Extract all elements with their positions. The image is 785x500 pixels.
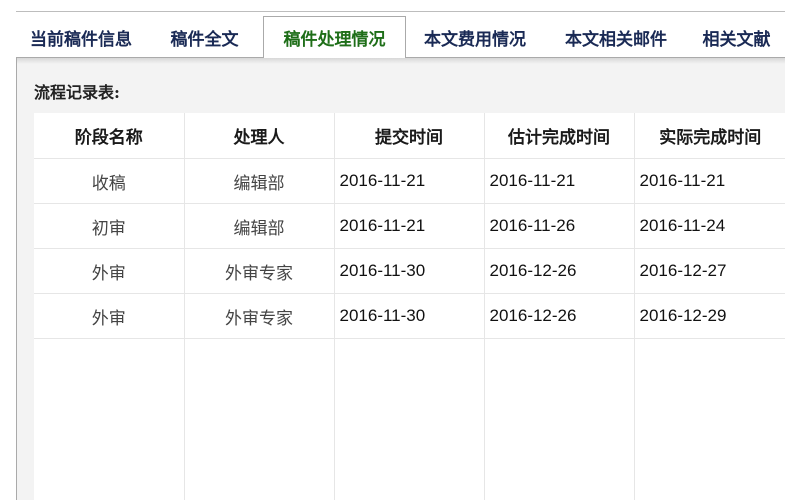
cell-stage: 外审 bbox=[34, 293, 185, 339]
cell-estimated-completion: 2016-11-26 bbox=[484, 203, 635, 249]
cell-estimated-completion: 2016-12-26 bbox=[484, 248, 635, 294]
cell-estimated-completion: 2016-12-26 bbox=[484, 293, 635, 339]
column-header-actual-completion: 实际完成时间 bbox=[634, 113, 785, 159]
table-header-row: 阶段名称 处理人 提交时间 估计完成时间 实际完成时间 bbox=[34, 113, 785, 159]
cell-submitted: 2016-11-21 bbox=[334, 203, 485, 249]
empty-cell bbox=[34, 338, 185, 500]
cell-handler: 编辑部 bbox=[184, 203, 335, 249]
panel-top-shadow bbox=[17, 58, 785, 64]
tab-related-emails[interactable]: 本文相关邮件 bbox=[544, 16, 688, 58]
cell-handler: 编辑部 bbox=[184, 158, 335, 204]
table-row: 外审 外审专家 2016-11-30 2016-12-26 2016-12-29 bbox=[34, 293, 785, 339]
cell-handler: 外审专家 bbox=[184, 248, 335, 294]
cell-stage: 外审 bbox=[34, 248, 185, 294]
cell-stage: 初审 bbox=[34, 203, 185, 249]
table-row: 收稿 编辑部 2016-11-21 2016-11-21 2016-11-21 bbox=[34, 158, 785, 204]
tab-content-panel: 流程记录表: 阶段名称 处理人 提交时间 估计完成时间 实际完成时间 收稿 编辑… bbox=[16, 57, 785, 500]
cell-actual-completion: 2016-11-21 bbox=[634, 158, 785, 204]
column-header-estimated-completion: 估计完成时间 bbox=[484, 113, 635, 159]
tab-related-literature[interactable]: 相关文献 bbox=[688, 16, 785, 58]
cell-submitted: 2016-11-21 bbox=[334, 158, 485, 204]
cell-stage: 收稿 bbox=[34, 158, 185, 204]
column-header-submitted: 提交时间 bbox=[334, 113, 485, 159]
empty-cell bbox=[634, 339, 785, 500]
tab-full-text[interactable]: 稿件全文 bbox=[146, 16, 263, 58]
tab-fee-status[interactable]: 本文费用情况 bbox=[406, 16, 544, 58]
top-divider bbox=[16, 11, 785, 12]
tab-current-manuscript-info[interactable]: 当前稿件信息 bbox=[16, 16, 146, 58]
table-row: 初审 编辑部 2016-11-21 2016-11-26 2016-11-24 bbox=[34, 203, 785, 249]
manuscript-page: 当前稿件信息 稿件全文 稿件处理情况 本文费用情况 本文相关邮件 相关文献 流程… bbox=[0, 0, 785, 500]
section-title: 流程记录表: bbox=[34, 83, 120, 102]
cell-actual-completion: 2016-12-29 bbox=[634, 293, 785, 339]
tab-bar: 当前稿件信息 稿件全文 稿件处理情况 本文费用情况 本文相关邮件 相关文献 bbox=[16, 16, 785, 58]
process-records-table-area: 阶段名称 处理人 提交时间 估计完成时间 实际完成时间 收稿 编辑部 2016-… bbox=[34, 113, 785, 500]
table-empty-space bbox=[34, 338, 785, 500]
column-header-handler: 处理人 bbox=[184, 113, 335, 159]
cell-submitted: 2016-11-30 bbox=[334, 248, 485, 294]
cell-actual-completion: 2016-12-27 bbox=[634, 248, 785, 294]
table-row: 外审 外审专家 2016-11-30 2016-12-26 2016-12-27 bbox=[34, 248, 785, 294]
cell-estimated-completion: 2016-11-21 bbox=[484, 158, 635, 204]
process-records-table: 阶段名称 处理人 提交时间 估计完成时间 实际完成时间 收稿 编辑部 2016-… bbox=[34, 113, 785, 500]
empty-cell bbox=[484, 338, 635, 500]
cell-handler: 外审专家 bbox=[184, 293, 335, 339]
tab-processing-status[interactable]: 稿件处理情况 bbox=[263, 16, 406, 58]
cell-actual-completion: 2016-11-24 bbox=[634, 203, 785, 249]
empty-cell bbox=[184, 338, 335, 500]
empty-cell bbox=[334, 338, 485, 500]
column-header-stage: 阶段名称 bbox=[34, 113, 185, 159]
cell-submitted: 2016-11-30 bbox=[334, 293, 485, 339]
